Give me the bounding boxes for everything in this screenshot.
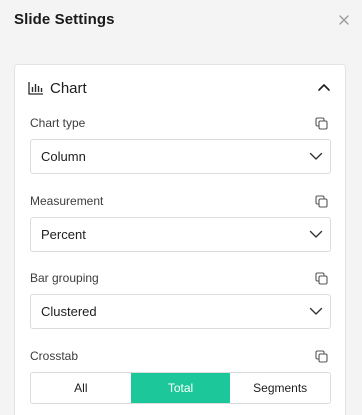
measurement-select[interactable]: Percent (30, 217, 331, 252)
bar-chart-icon (28, 82, 43, 95)
bar-grouping-label: Bar grouping (30, 271, 99, 285)
chevron-up-icon[interactable] (317, 82, 331, 92)
crosstab-segmented-control: All Total Segments (30, 372, 331, 404)
copy-icon[interactable] (315, 350, 328, 363)
close-icon[interactable] (336, 12, 352, 28)
chart-type-label: Chart type (30, 116, 86, 130)
copy-icon[interactable] (315, 117, 328, 130)
chevron-down-icon (309, 307, 323, 315)
crosstab-option-segments[interactable]: Segments (230, 373, 330, 403)
crosstab-label: Crosstab (30, 349, 79, 363)
chart-settings-card: Chart Chart type Column Measurement Perc… (14, 64, 346, 415)
slide-settings-panel: Slide Settings Chart Chart type Column M… (0, 0, 362, 415)
bar-grouping-value: Clustered (41, 304, 97, 319)
copy-icon[interactable] (315, 272, 328, 285)
chart-type-value: Column (41, 149, 86, 164)
bar-grouping-select[interactable]: Clustered (30, 294, 331, 329)
copy-icon[interactable] (315, 195, 328, 208)
crosstab-option-total[interactable]: Total (130, 373, 231, 403)
chevron-down-icon (309, 152, 323, 160)
crosstab-option-all[interactable]: All (31, 373, 131, 403)
chart-section-title: Chart (50, 80, 87, 97)
measurement-value: Percent (41, 227, 86, 242)
chevron-down-icon (309, 230, 323, 238)
chart-type-select[interactable]: Column (30, 139, 331, 174)
chart-section-header[interactable]: Chart (15, 65, 345, 113)
measurement-label: Measurement (30, 194, 104, 208)
panel-header: Slide Settings (0, 0, 362, 40)
panel-title: Slide Settings (14, 11, 115, 28)
